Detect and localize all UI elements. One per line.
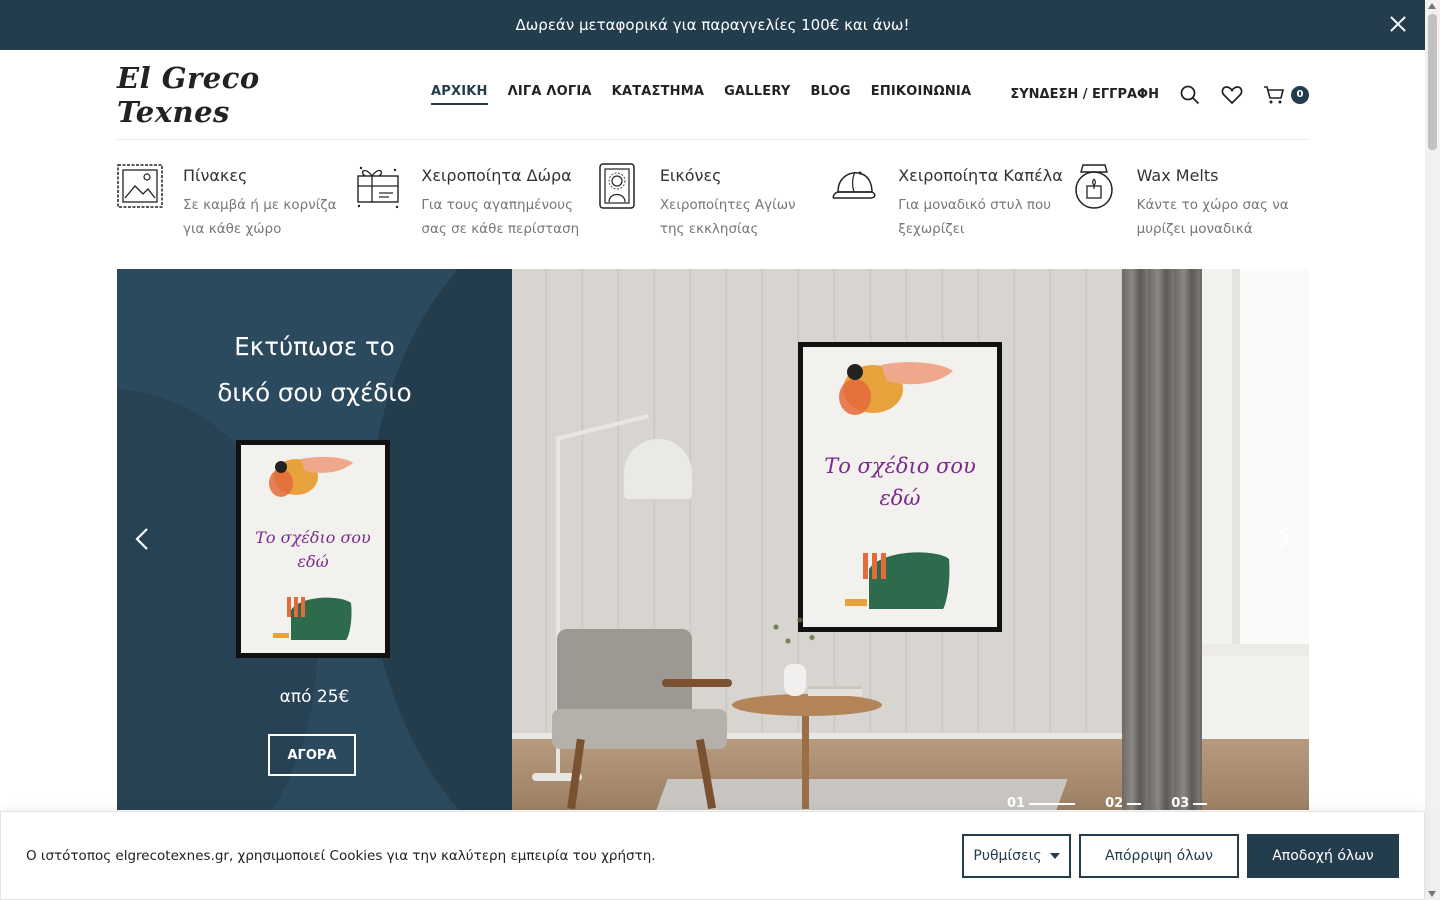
cookie-consent-bar: Ο ιστότοπος elgrecotexnes.gr, χρησιμοποι…: [0, 811, 1425, 900]
category-title: Wax Melts: [1136, 166, 1219, 185]
window: [1192, 269, 1309, 739]
category-item-gifts[interactable]: Χειροποίητα Δώρα Για τους αγαπημένους σα…: [355, 162, 593, 241]
cookie-settings-button[interactable]: Ρυθμίσεις: [962, 833, 1071, 878]
search-icon[interactable]: [1179, 84, 1201, 106]
header-actions: ΣΥΝΔΕΣΗ / ΕΓΓΡΑΦΗ 0: [1010, 84, 1309, 106]
poster-text: Το σχέδιο σου: [255, 528, 371, 547]
category-strip: Πίνακες Σε καμβά ή με κορνίζα για κάθε χ…: [117, 162, 1309, 241]
close-icon[interactable]: [1385, 12, 1411, 38]
hero-title-line: Εκτύπωσε το: [234, 332, 395, 361]
vase: [784, 664, 806, 696]
cookie-settings-label: Ρυθμίσεις: [973, 847, 1042, 864]
announcement-text: Δωρεάν μεταφορικά για παραγγελίες 100€ κ…: [515, 16, 910, 34]
hero-slider: Εκτύπωσε το δικό σου σχέδιο Το σχέδιο σο…: [117, 269, 1309, 810]
poster-preview-image: Το σχέδιο σου εδώ: [236, 440, 390, 658]
cap-icon: [832, 162, 878, 210]
wall-poster-frame: Το σχέδιο σου εδώ: [798, 342, 1002, 632]
side-table-leg: [802, 709, 809, 809]
cookie-reject-all-button[interactable]: Απόρριψη όλων: [1079, 833, 1239, 878]
category-title: Εικόνες: [659, 166, 722, 185]
nav-item-about[interactable]: ΛΙΓΑ ΛΟΓΙΑ: [508, 84, 592, 105]
nav-item-shop[interactable]: ΚΑΤΑΣΤΗΜΑ: [612, 84, 705, 105]
slider-pagination: 01 02 03: [1007, 796, 1208, 810]
curtain: [1122, 269, 1202, 810]
cart-icon: [1263, 84, 1285, 106]
slide-indicator-3[interactable]: 03: [1171, 796, 1208, 810]
page-scrollbar[interactable]: [1425, 0, 1440, 900]
category-title: Χειροποίητα Καπέλα: [898, 166, 1063, 185]
poster-text: Το σχέδιο σου: [824, 454, 976, 478]
cookie-accept-all-button[interactable]: Αποδοχή όλων: [1247, 833, 1399, 878]
scrollbar-thumb[interactable]: [1428, 14, 1437, 150]
scroll-down-arrow-icon[interactable]: [1428, 891, 1436, 897]
cookie-message: Ο ιστότοπος elgrecotexnes.gr, χρησιμοποι…: [26, 847, 656, 864]
side-table: [732, 694, 882, 716]
wishlist-heart-icon[interactable]: [1221, 84, 1243, 106]
category-desc: Χειροποίητες Αγίων της εκκλησίας: [659, 197, 796, 237]
caret-down-icon: [1049, 852, 1060, 859]
slider-prev-arrow-icon[interactable]: [131, 527, 155, 551]
category-item-paintings[interactable]: Πίνακες Σε καμβά ή με κορνίζα για κάθε χ…: [117, 162, 355, 241]
plant: [752, 599, 832, 669]
slide-indicator-1[interactable]: 01: [1007, 796, 1076, 810]
category-title: Χειροποίητα Δώρα: [421, 166, 572, 185]
poster-text: εδώ: [297, 552, 328, 571]
category-item-wax-melts[interactable]: Wax Melts Κάντε το χώρο σας να μυρίζει μ…: [1071, 162, 1309, 241]
cookie-buttons: Ρυθμίσεις Απόρριψη όλων Αποδοχή όλων: [962, 833, 1399, 878]
category-item-hats[interactable]: Χειροποίητα Καπέλα Για μοναδικό στυλ που…: [832, 162, 1070, 241]
category-desc: Κάντε το χώρο σας να μυρίζει μοναδικά: [1136, 197, 1289, 237]
category-desc: Για μοναδικό στυλ που ξεχωρίζει: [898, 197, 1052, 237]
cart-count-badge: 0: [1291, 85, 1309, 104]
nav-item-contact[interactable]: ΕΠΙΚΟΙΝΩΝΙΑ: [871, 84, 971, 105]
hero-title-line: δικό σου σχέδιο: [217, 378, 412, 407]
books: [808, 686, 862, 696]
hero-price: από 25€: [279, 687, 350, 707]
poster-text: εδώ: [879, 486, 920, 510]
nav-item-blog[interactable]: BLOG: [810, 84, 850, 105]
gift-icon: [355, 162, 401, 210]
hero-room-image: Το σχέδιο σου εδώ 01 02 03: [512, 269, 1309, 810]
category-desc: Για τους αγαπημένους σας σε κάθε περίστα…: [421, 197, 580, 237]
hero-title: Εκτύπωσε το δικό σου σχέδιο: [117, 324, 512, 416]
category-title: Πίνακες: [183, 166, 248, 185]
nav-item-home[interactable]: ΑΡΧΙΚΗ: [431, 84, 488, 105]
icon-frame-icon: [594, 162, 640, 210]
category-desc: Σε καμβά ή με κορνίζα για κάθε χώρο: [183, 197, 337, 237]
category-item-icons[interactable]: Εικόνες Χειροποίητες Αγίων της εκκλησίας: [594, 162, 832, 241]
login-register-link[interactable]: ΣΥΝΔΕΣΗ / ΕΓΓΡΑΦΗ: [1010, 87, 1159, 102]
slider-next-arrow-icon[interactable]: [1271, 527, 1295, 551]
rug: [656, 779, 1068, 810]
hero-promo-panel: Εκτύπωσε το δικό σου σχέδιο Το σχέδιο σο…: [117, 269, 512, 810]
scroll-up-arrow-icon[interactable]: [1428, 3, 1436, 9]
site-header: El Greco Texnes ΑΡΧΙΚΗ ΛΙΓΑ ΛΟΓΙΑ ΚΑΤΑΣΤ…: [117, 50, 1309, 140]
announcement-bar: Δωρεάν μεταφορικά για παραγγελίες 100€ κ…: [0, 0, 1425, 50]
wax-burner-icon: [1071, 162, 1117, 210]
main-nav: ΑΡΧΙΚΗ ΛΙΓΑ ΛΟΓΙΑ ΚΑΤΑΣΤΗΜΑ GALLERY BLOG…: [431, 84, 971, 105]
nav-item-gallery[interactable]: GALLERY: [724, 84, 790, 105]
painting-icon: [117, 162, 163, 210]
floor-lamp-shade: [624, 439, 692, 499]
site-logo[interactable]: El Greco Texnes: [117, 61, 377, 129]
cart-button[interactable]: 0: [1263, 84, 1309, 106]
armchair-arm: [662, 679, 732, 687]
window-sill: [1202, 644, 1309, 656]
slide-indicator-2[interactable]: 02: [1105, 796, 1142, 810]
buy-button[interactable]: ΑΓΟΡΑ: [268, 734, 356, 776]
